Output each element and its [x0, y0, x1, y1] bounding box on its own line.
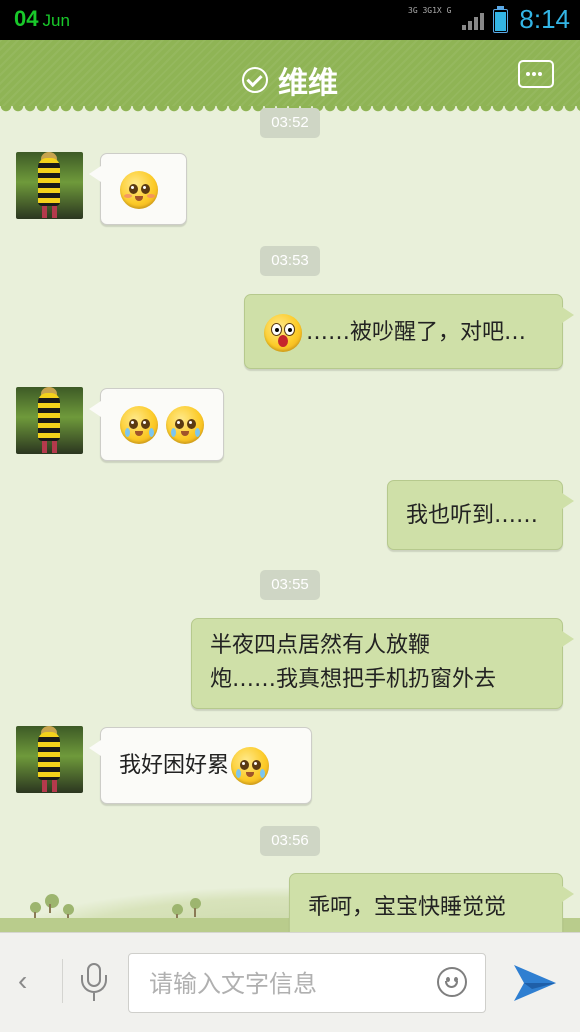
smiley-icon[interactable]: [437, 967, 467, 997]
shocked-face-icon: [264, 314, 302, 352]
tree-icon: [172, 904, 183, 923]
divider: [62, 959, 63, 1003]
status-time: 8:14: [519, 4, 570, 34]
tree-icon: [63, 904, 74, 923]
network-indicators: 3G 3G1X G: [408, 6, 452, 15]
contact-avatar[interactable]: [16, 387, 83, 454]
contact-avatar[interactable]: [16, 726, 83, 793]
message-text-line: 半夜四点居然有人放鞭: [210, 633, 431, 658]
shy-face-icon: [120, 171, 158, 209]
contact-avatar[interactable]: [16, 152, 83, 219]
incoming-message-bubble[interactable]: [89, 153, 187, 225]
chevron-left-icon[interactable]: ‹: [18, 965, 27, 997]
tree-icon: [190, 898, 201, 917]
message-text: 我也听到……: [406, 503, 539, 528]
check-circle-icon: [242, 67, 268, 93]
battery-icon: [493, 6, 508, 33]
crying-face-icon: [120, 406, 158, 444]
microphone-icon[interactable]: [80, 963, 108, 1003]
message-input-container: [128, 953, 486, 1013]
message-text: 乖呵，宝宝快睡觉觉: [308, 895, 507, 920]
outgoing-message-bubble[interactable]: ……被吵醒了，对吧…: [244, 294, 574, 369]
tree-icon: [30, 902, 41, 921]
status-date: 04 Jun: [14, 6, 70, 31]
timestamp: 03:52: [260, 108, 320, 138]
crying-face-icon: [166, 406, 204, 444]
message-list[interactable]: 03:52 03:53 ……被吵醒了，对吧… 我也听到…… 03:55 半夜四点…: [0, 106, 580, 932]
chat-header: 维维: [0, 40, 580, 114]
contact-name: 维维: [278, 66, 338, 101]
message-input-bar: ‹: [0, 932, 580, 1032]
tree-icon: [45, 894, 59, 913]
message-text: 我好困好累: [119, 753, 230, 778]
incoming-message-bubble[interactable]: 我好困好累: [89, 727, 312, 804]
incoming-message-bubble[interactable]: [89, 388, 224, 461]
outgoing-message-bubble[interactable]: 乖呵，宝宝快睡觉觉: [289, 873, 574, 932]
message-input[interactable]: [147, 964, 421, 1004]
timestamp: 03:55: [260, 570, 320, 600]
paper-plane-icon[interactable]: [510, 959, 560, 1007]
timestamp: 03:56: [260, 826, 320, 856]
message-text-line: 炮……我真想把手机扔窗外去: [210, 667, 497, 692]
signal-strength-icon: [462, 12, 484, 30]
message-text: ……被吵醒了，对吧…: [306, 320, 527, 345]
more-options-button[interactable]: [518, 60, 554, 88]
outgoing-message-bubble[interactable]: 我也听到……: [387, 480, 574, 550]
outgoing-message-bubble[interactable]: 半夜四点居然有人放鞭 炮……我真想把手机扔窗外去: [191, 618, 574, 709]
status-bar: 04 Jun 3G 3G1X G 8:14: [0, 0, 580, 40]
crying-face-icon: [231, 747, 270, 785]
timestamp: 03:53: [260, 246, 320, 276]
